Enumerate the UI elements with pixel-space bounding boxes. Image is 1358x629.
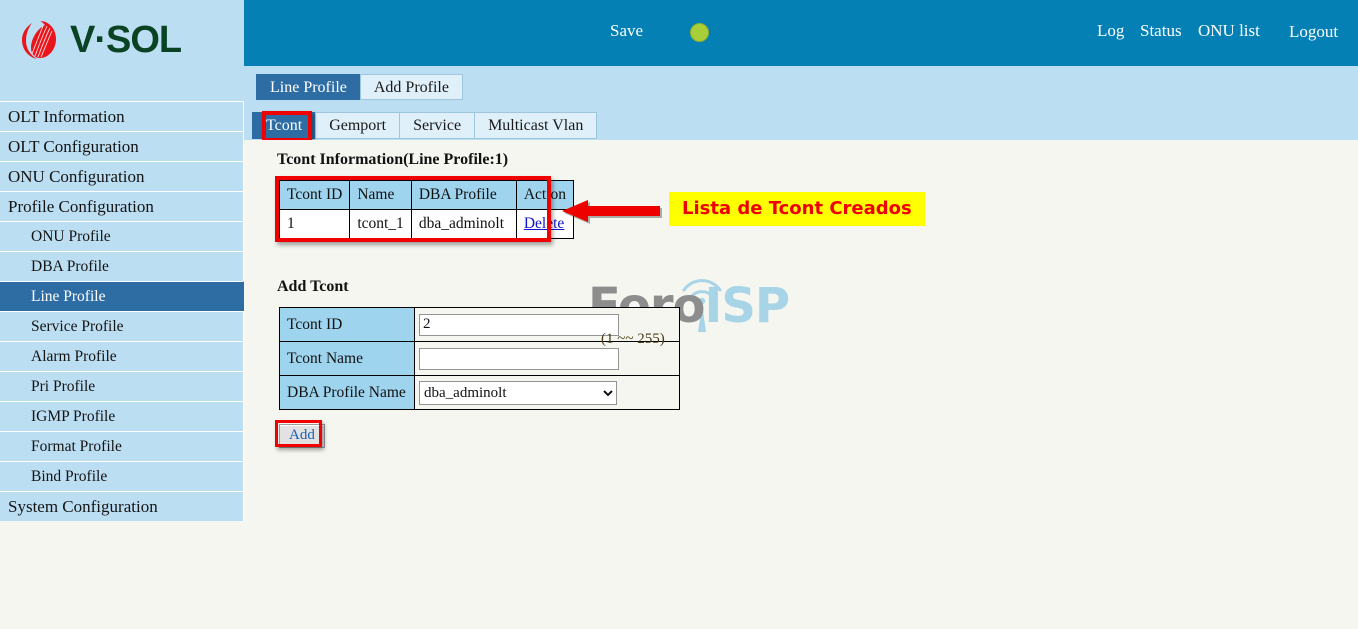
table-row: 1 tcont_1 dba_adminolt Delete	[278, 209, 575, 239]
content-area: Tcont Information(Line Profile:1) Tcont …	[244, 140, 1358, 629]
nav-link-status[interactable]: Status	[1140, 21, 1182, 41]
label-dba-profile-name: DBA Profile Name	[279, 375, 415, 410]
form-row-dba-profile: DBA Profile Name dba_adminolt	[279, 375, 680, 410]
sidebar-item-line-profile[interactable]: Line Profile	[0, 281, 244, 311]
column-header-dba-profile: DBA Profile	[410, 180, 517, 210]
brand-logo[interactable]: V·SOL	[18, 14, 228, 66]
column-header-name: Name	[349, 180, 412, 210]
field-dba-profile-name: dba_adminolt	[414, 375, 680, 410]
cell-tcont-id: 1	[278, 209, 351, 239]
sidebar-item-olt-configuration[interactable]: OLT Configuration	[0, 131, 244, 161]
sidebar-item-pri-profile[interactable]: Pri Profile	[0, 371, 244, 401]
primary-tabs: Line Profile Add Profile	[256, 74, 463, 100]
sidebar-item-olt-information[interactable]: OLT Information	[0, 101, 244, 131]
tcont-info-title: Tcont Information(Line Profile:1)	[277, 151, 509, 168]
top-header-bar	[244, 0, 1358, 66]
sidebar-item-igmp-profile[interactable]: IGMP Profile	[0, 401, 244, 431]
sidebar-item-alarm-profile[interactable]: Alarm Profile	[0, 341, 244, 371]
header-nav-links: Log Status ONU list	[845, 21, 1260, 45]
nav-link-log[interactable]: Log	[1097, 21, 1124, 41]
cell-name: tcont_1	[349, 209, 412, 239]
tab-gemport[interactable]: Gemport	[315, 112, 401, 139]
tcont-id-range-hint: (1 ~~ 255)	[601, 331, 665, 347]
sidebar-item-format-profile[interactable]: Format Profile	[0, 431, 244, 461]
logout-link[interactable]: Logout	[1289, 22, 1338, 42]
olt-web-ui: V·SOL Save Log Status ONU list Logout OL…	[0, 0, 1358, 629]
dba-profile-select[interactable]: dba_adminolt	[419, 380, 617, 405]
add-button[interactable]: Add	[279, 424, 325, 448]
brand-name: V·SOL	[70, 19, 182, 61]
tab-add-profile[interactable]: Add Profile	[359, 74, 463, 100]
sidebar-item-bind-profile[interactable]: Bind Profile	[0, 461, 244, 491]
nav-link-onu-list[interactable]: ONU list	[1198, 21, 1260, 41]
vsol-swirl-logo-icon	[18, 17, 64, 63]
sidebar-item-onu-configuration[interactable]: ONU Configuration	[0, 161, 244, 191]
watermark-text-isp: ISP	[704, 278, 790, 334]
label-tcont-id: Tcont ID	[279, 307, 415, 342]
tab-tcont[interactable]: Tcont	[252, 112, 317, 139]
sidebar-item-onu-profile[interactable]: ONU Profile	[0, 221, 244, 251]
secondary-tabs: Tcont Gemport Service Multicast Vlan	[252, 112, 598, 139]
status-indicator-green-icon[interactable]	[690, 23, 709, 42]
sidebar-item-system-configuration[interactable]: System Configuration	[0, 491, 244, 521]
tab-service[interactable]: Service	[399, 112, 476, 139]
sidebar-nav: OLT Information OLT Configuration ONU Co…	[0, 101, 244, 521]
add-tcont-form: Tcont ID Tcont Name DBA Profile Name dba…	[279, 307, 680, 410]
column-header-tcont-id: Tcont ID	[278, 180, 351, 210]
tab-multicast-vlan[interactable]: Multicast Vlan	[474, 112, 598, 139]
sidebar-item-dba-profile[interactable]: DBA Profile	[0, 251, 244, 281]
tcont-info-table: Tcont ID Name DBA Profile Action 1 tcont…	[278, 180, 575, 239]
delete-link[interactable]: Delete	[524, 215, 564, 232]
label-tcont-name: Tcont Name	[279, 341, 415, 376]
cell-dba-profile: dba_adminolt	[410, 209, 517, 239]
annotation-callout-label: Lista de Tcont Creados	[669, 192, 925, 226]
tcont-id-input[interactable]	[419, 313, 619, 336]
tab-band: Line Profile Add Profile Tcont Gemport S…	[244, 66, 1358, 140]
logo-panel: V·SOL	[0, 0, 244, 101]
sidebar-item-service-profile[interactable]: Service Profile	[0, 311, 244, 341]
table-header-row: Tcont ID Name DBA Profile Action	[278, 180, 575, 210]
add-tcont-title: Add Tcont	[277, 278, 349, 295]
left-arrow-annotation-icon	[562, 200, 664, 226]
tcont-name-input[interactable]	[419, 347, 619, 370]
tab-line-profile[interactable]: Line Profile	[256, 74, 361, 100]
sidebar-item-profile-configuration[interactable]: Profile Configuration	[0, 191, 244, 221]
save-button[interactable]: Save	[610, 21, 643, 41]
